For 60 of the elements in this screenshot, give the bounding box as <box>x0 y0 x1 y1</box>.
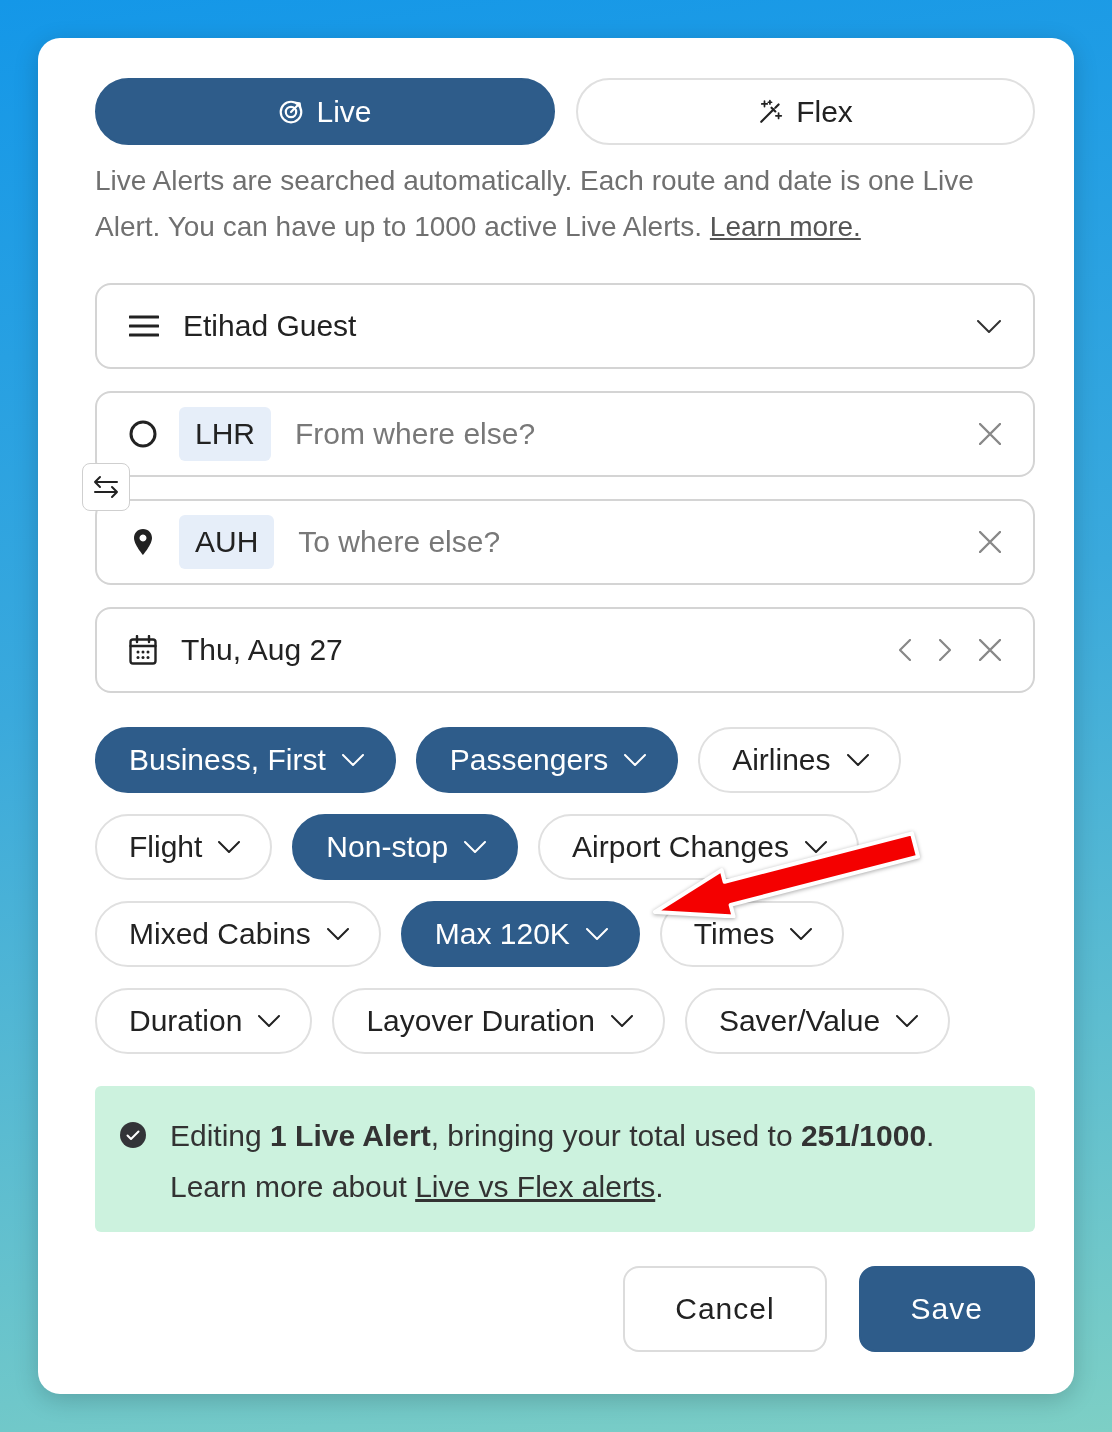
description-text: Live Alerts are searched automatically. Each route and date is one Live Alert. You can have up to 1000 active Live Alerts. Learn more. <box>95 164 975 244</box>
chevron-down-icon <box>790 928 813 940</box>
chevron-right-icon <box>939 639 951 661</box>
chevron-down-icon <box>326 928 349 940</box>
menu-icon <box>129 315 159 337</box>
save-button[interactable]: Save <box>858 1266 1035 1352</box>
clear-origin-button[interactable] <box>979 423 1001 445</box>
filter-chip[interactable]: Duration <box>95 988 313 1054</box>
filter-chip[interactable]: Passengers <box>415 727 679 793</box>
target-icon <box>278 98 305 125</box>
chevron-down-icon <box>464 841 487 853</box>
chevron-down-icon <box>218 841 241 853</box>
cancel-button[interactable]: Cancel <box>623 1266 827 1352</box>
check-circle-icon <box>120 1122 146 1148</box>
filter-chip[interactable]: Layover Duration <box>332 988 665 1054</box>
filter-chip[interactable]: Max 120K <box>400 901 640 967</box>
live-vs-flex-link[interactable]: Live vs Flex alerts <box>415 1170 656 1203</box>
filter-chip[interactable]: Times <box>659 901 845 967</box>
next-date-button[interactable] <box>939 639 951 661</box>
destination-field[interactable]: AUH To where else? <box>95 499 1035 585</box>
calendar-icon <box>129 635 157 665</box>
chevron-down-icon <box>258 1015 281 1027</box>
swap-button[interactable] <box>82 463 130 511</box>
mode-tab[interactable]: Flex <box>576 78 1035 145</box>
chevron-down-icon <box>804 841 827 853</box>
chevron-down-icon <box>585 928 608 940</box>
learn-more-link[interactable]: Learn more. <box>709 211 861 242</box>
chevron-down-icon <box>977 319 1001 333</box>
circle-icon <box>129 420 157 448</box>
filter-chip[interactable]: Non-stop <box>292 814 519 880</box>
chevron-down-icon <box>624 754 647 766</box>
airport-code-tag: AUH <box>179 515 275 569</box>
close-icon <box>979 639 1001 661</box>
airport-code-tag: LHR <box>179 407 271 461</box>
chevron-left-icon <box>899 639 911 661</box>
notice-more-text: Learn more about Live vs Flex alerts. <box>170 1169 665 1205</box>
filter-chip[interactable]: Airlines <box>698 727 901 793</box>
chevron-down-icon <box>846 754 869 766</box>
clear-date-button[interactable] <box>979 639 1001 661</box>
program-select[interactable]: Etihad Guest <box>95 283 1035 369</box>
close-icon <box>979 531 1001 553</box>
chevron-down-icon <box>341 754 364 766</box>
map-pin-icon <box>133 528 153 556</box>
origin-input[interactable]: From where else? <box>295 417 951 451</box>
previous-date-button[interactable] <box>899 639 911 661</box>
notice-text: Editing 1 Live Alert, bringing your total used to 251/1000. <box>170 1118 935 1154</box>
mode-tab[interactable]: Live <box>95 78 555 145</box>
filter-chip[interactable]: Mixed Cabins <box>95 901 381 967</box>
destination-input[interactable]: To where else? <box>298 525 951 559</box>
origin-field[interactable]: LHR From where else? <box>95 391 1035 477</box>
date-field[interactable]: Thu, Aug 27 <box>95 607 1035 693</box>
close-icon <box>979 423 1001 445</box>
swap-icon <box>93 475 119 499</box>
filter-chip[interactable]: Business, First <box>95 727 396 793</box>
chevron-down-icon <box>610 1015 633 1027</box>
magic-wand-icon <box>758 98 785 125</box>
clear-destination-button[interactable] <box>979 531 1001 553</box>
filter-chip[interactable]: Flight <box>95 814 273 880</box>
filter-chip[interactable]: Saver/Value <box>684 988 951 1054</box>
chevron-down-icon <box>896 1015 919 1027</box>
